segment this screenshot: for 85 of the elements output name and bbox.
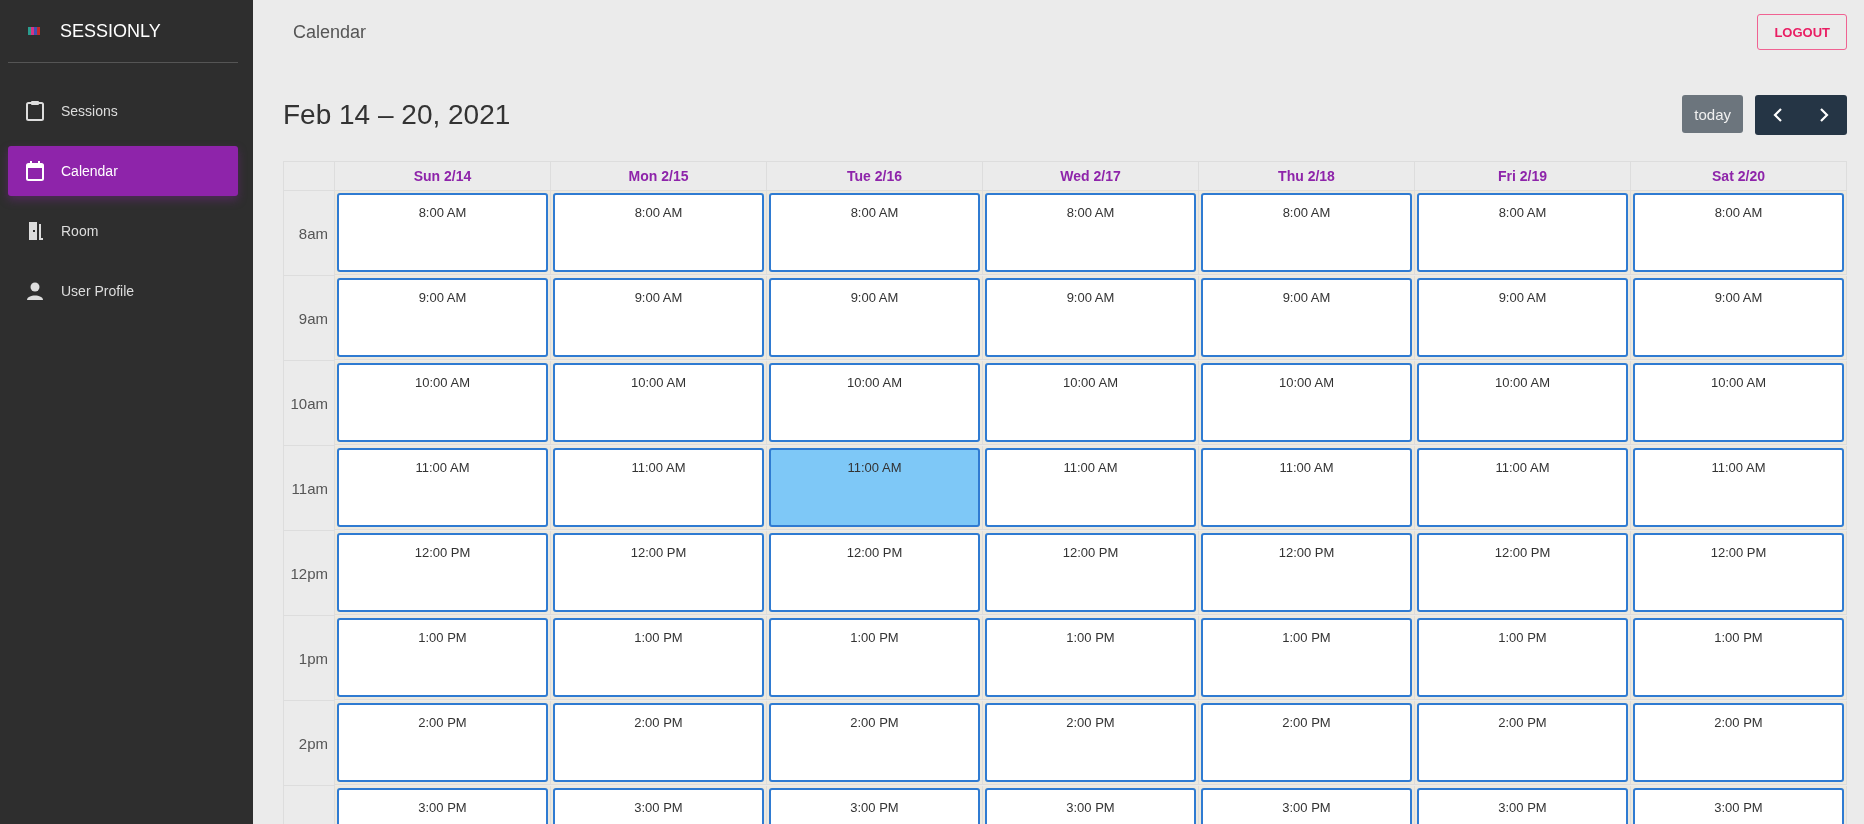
brand-name: SESSIONLY [60, 20, 161, 42]
time-slot[interactable]: 9:00 AM [769, 278, 980, 357]
time-slot[interactable]: 9:00 AM [337, 278, 548, 357]
day-header: Thu 2/18 [1278, 168, 1335, 184]
time-slot[interactable]: 9:00 AM [553, 278, 764, 357]
time-slot[interactable]: 10:00 AM [337, 363, 548, 442]
day-header: Tue 2/16 [847, 168, 902, 184]
time-slot[interactable]: 3:00 PM [769, 788, 980, 824]
time-slot[interactable]: 2:00 PM [769, 703, 980, 782]
time-slot[interactable]: 11:00 AM [553, 448, 764, 527]
time-slot[interactable]: 9:00 AM [1417, 278, 1628, 357]
time-slot[interactable]: 9:00 AM [985, 278, 1196, 357]
time-slot[interactable]: 1:00 PM [985, 618, 1196, 697]
time-slot[interactable]: 2:00 PM [553, 703, 764, 782]
time-slot[interactable]: 11:00 AM [337, 448, 548, 527]
time-slot[interactable]: 11:00 AM [985, 448, 1196, 527]
time-label: 12pm [290, 564, 328, 582]
time-slot[interactable]: 2:00 PM [1633, 703, 1844, 782]
sidebar-item[interactable]: Room [8, 206, 238, 256]
day-header: Mon 2/15 [628, 168, 689, 184]
logout-button[interactable]: LOGOUT [1757, 14, 1847, 50]
time-slot[interactable]: 12:00 PM [985, 533, 1196, 612]
day-header: Wed 2/17 [1060, 168, 1121, 184]
time-slot[interactable]: 8:00 AM [1201, 193, 1412, 272]
time-slot[interactable]: 1:00 PM [553, 618, 764, 697]
time-slot[interactable]: 2:00 PM [337, 703, 548, 782]
time-label: 11am [291, 479, 328, 497]
time-slot[interactable]: 8:00 AM [553, 193, 764, 272]
time-slot[interactable]: 3:00 PM [337, 788, 548, 824]
time-label: 2pm [298, 734, 328, 752]
time-slot[interactable]: 10:00 AM [1633, 363, 1844, 442]
time-slot[interactable]: 8:00 AM [337, 193, 548, 272]
time-slot[interactable]: 12:00 PM [1201, 533, 1412, 612]
time-slot[interactable]: 10:00 AM [985, 363, 1196, 442]
time-slot[interactable]: 8:00 AM [985, 193, 1196, 272]
time-slot[interactable]: 10:00 AM [553, 363, 764, 442]
time-slot[interactable]: 12:00 PM [769, 533, 980, 612]
time-slot[interactable]: 11:00 AM [1201, 448, 1412, 527]
time-slot[interactable]: 3:00 PM [1633, 788, 1844, 824]
day-header: Sun 2/14 [413, 168, 472, 184]
time-slot[interactable]: 3:00 PM [1417, 788, 1628, 824]
time-slot[interactable]: 1:00 PM [1417, 618, 1628, 697]
time-label: 10am [290, 394, 328, 412]
time-slot[interactable]: 11:00 AM [1633, 448, 1844, 527]
sidebar-item[interactable]: Sessions [8, 86, 238, 136]
person-icon [25, 280, 45, 302]
time-slot[interactable]: 11:00 AM [769, 448, 980, 527]
time-slot[interactable]: 2:00 PM [985, 703, 1196, 782]
time-slot[interactable]: 3:00 PM [553, 788, 764, 824]
time-slot[interactable]: 12:00 PM [1633, 533, 1844, 612]
chevron-right-icon [1818, 107, 1830, 123]
time-slot[interactable]: 11:00 AM [1417, 448, 1628, 527]
time-slot[interactable]: 3:00 PM [985, 788, 1196, 824]
day-header: Sat 2/20 [1712, 168, 1765, 184]
clipboard-icon [25, 100, 45, 122]
time-slot[interactable]: 1:00 PM [769, 618, 980, 697]
today-button[interactable]: today [1682, 95, 1743, 133]
time-slot[interactable]: 12:00 PM [1417, 533, 1628, 612]
time-slot[interactable]: 2:00 PM [1201, 703, 1412, 782]
time-label: 9am [298, 309, 328, 327]
sidebar-item[interactable]: User Profile [8, 266, 238, 316]
day-header: Fri 2/19 [1498, 168, 1547, 184]
time-slot[interactable]: 8:00 AM [1417, 193, 1628, 272]
time-slot[interactable]: 9:00 AM [1201, 278, 1412, 357]
time-slot[interactable]: 3:00 PM [1201, 788, 1412, 824]
time-slot[interactable]: 1:00 PM [1201, 618, 1412, 697]
time-slot[interactable]: 12:00 PM [337, 533, 548, 612]
time-slot[interactable]: 9:00 AM [1633, 278, 1844, 357]
page-title: Calendar [293, 21, 367, 43]
time-label: 8am [298, 224, 328, 242]
time-slot[interactable]: 8:00 AM [1633, 193, 1844, 272]
time-label: 1pm [298, 649, 328, 667]
time-slot[interactable]: 10:00 AM [1201, 363, 1412, 442]
time-slot[interactable]: 1:00 PM [337, 618, 548, 697]
time-slot[interactable]: 10:00 AM [1417, 363, 1628, 442]
week-title: Feb 14 – 20, 2021 [283, 99, 511, 131]
time-slot[interactable]: 1:00 PM [1633, 618, 1844, 697]
chevron-left-icon [1772, 107, 1784, 123]
calendar-icon [25, 160, 45, 182]
time-slot[interactable]: 8:00 AM [769, 193, 980, 272]
time-slot[interactable]: 2:00 PM [1417, 703, 1628, 782]
time-slot[interactable]: 12:00 PM [553, 533, 764, 612]
sidebar-item[interactable]: Calendar [8, 146, 238, 196]
logo-icon [28, 26, 40, 36]
time-slot[interactable]: 10:00 AM [769, 363, 980, 442]
